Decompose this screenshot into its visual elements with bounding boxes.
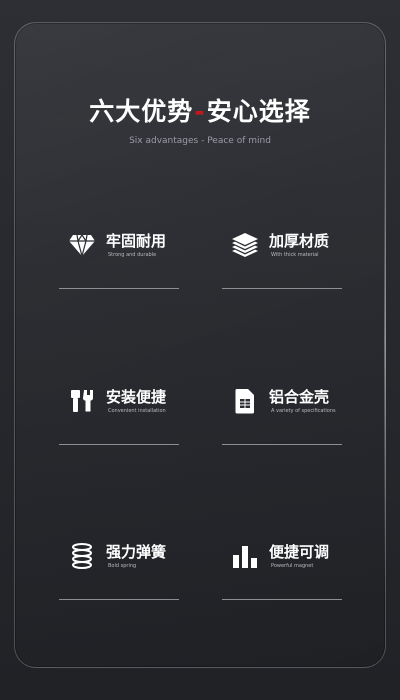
divider [222, 599, 342, 600]
feature-label: 便捷可调 [269, 543, 330, 561]
feature-label: 安装便捷 [106, 388, 167, 406]
divider [222, 288, 342, 289]
wrench-icon [69, 388, 95, 414]
layers-icon [232, 232, 258, 258]
title-separator: - [194, 97, 206, 126]
diamond-icon [69, 232, 95, 258]
feature-convenient-installation: 安装便捷 Convenient installation [59, 384, 179, 454]
feature-desc: Bold spring [108, 563, 137, 569]
page: 六大优势-安心选择 Six advantages - Peace of mind… [0, 0, 400, 700]
feature-label: 加厚材质 [269, 232, 330, 250]
feature-desc: Convenient installation [108, 408, 166, 414]
divider [59, 288, 179, 289]
divider [59, 599, 179, 600]
feature-desc: Powerful magnet [271, 563, 314, 569]
feature-label: 铝合金壳 [269, 388, 330, 406]
feature-bold-spring: 强力弹簧 Bold spring [59, 539, 179, 609]
feature-desc: A variety of specifications [271, 408, 336, 414]
bar-chart-icon [232, 543, 258, 569]
spring-icon [69, 543, 95, 569]
feature-label: 强力弹簧 [106, 543, 167, 561]
feature-adjustable: 便捷可调 Powerful magnet [222, 539, 342, 609]
title-right: 安心选择 [206, 97, 311, 126]
feature-strong-durable: 牢固耐用 Strong and durable [59, 228, 179, 298]
title-left: 六大优势 [89, 97, 194, 126]
divider [222, 444, 342, 445]
page-subtitle: Six advantages - Peace of mind [129, 136, 271, 146]
divider [59, 444, 179, 445]
feature-desc: Strong and durable [108, 252, 157, 258]
feature-thick-material: 加厚材质 With thick material [222, 228, 342, 298]
feature-aluminum-shell: 铝合金壳 A variety of specifications [222, 384, 342, 454]
feature-desc: With thick material [271, 252, 319, 258]
feature-label: 牢固耐用 [106, 232, 167, 250]
sim-card-icon [232, 388, 258, 414]
page-title: 六大优势-安心选择 [0, 92, 400, 128]
